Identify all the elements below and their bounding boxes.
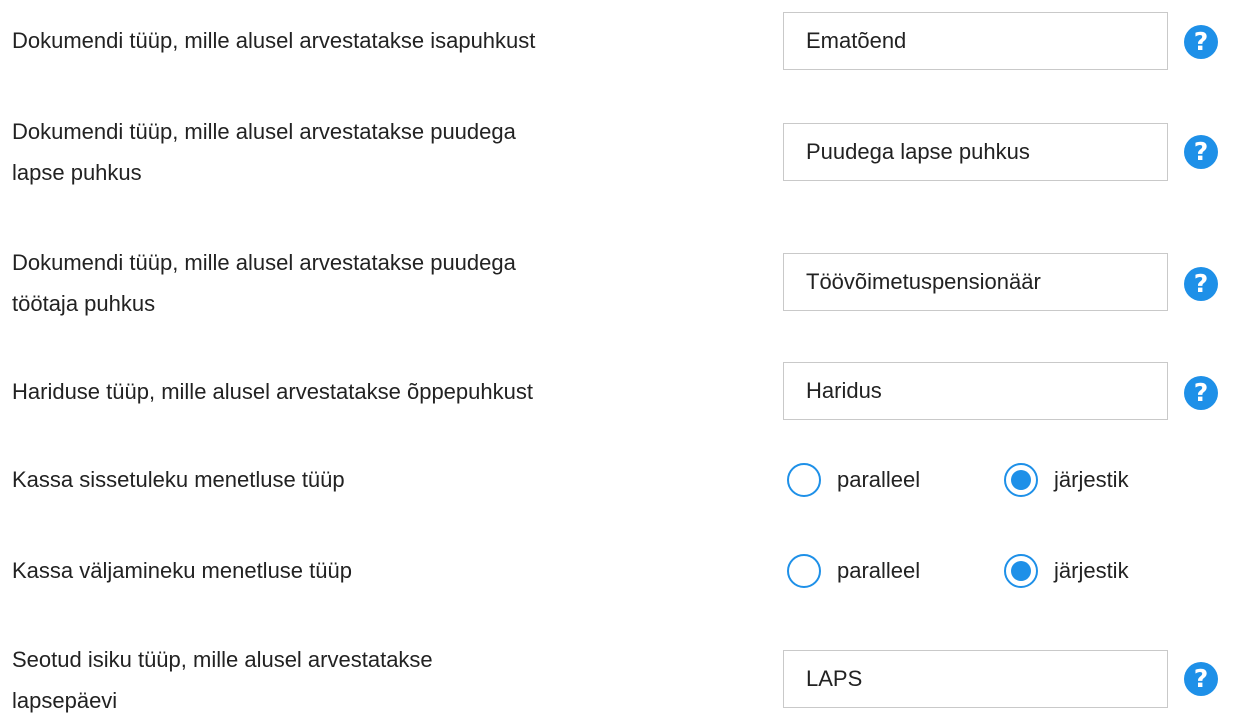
radio-option-label: järjestik <box>1054 467 1129 492</box>
radio-option-jarjestik[interactable]: järjestik <box>1004 554 1129 588</box>
disabled-employee-leave-doc-type-field[interactable] <box>783 253 1168 311</box>
radio-circle[interactable] <box>787 463 821 497</box>
study-leave-education-type-field[interactable] <box>783 362 1168 420</box>
radio-circle[interactable] <box>787 554 821 588</box>
setting-label-line-2: lapsepäevi <box>12 688 118 713</box>
paternity-leave-doc-type-field[interactable] <box>783 12 1168 70</box>
help-icon[interactable]: ? <box>1184 662 1218 696</box>
setting-label-line-2: lapse puhkus <box>12 160 142 185</box>
setting-label-line-2: töötaja puhkus <box>12 291 156 316</box>
radio-option-jarjestik[interactable]: järjestik <box>1004 463 1129 497</box>
radio-option-label: paralleel <box>837 467 921 492</box>
radio-option-paralleel[interactable]: paralleel <box>787 463 920 497</box>
radio-circle-selected[interactable] <box>1004 463 1038 497</box>
radio-option-paralleel[interactable]: paralleel <box>787 554 920 588</box>
radio-option-label: paralleel <box>837 558 921 583</box>
disabled-child-leave-doc-type-field[interactable] <box>783 123 1168 181</box>
setting-label: Hariduse tüüp, mille alusel arvestatakse… <box>12 379 533 404</box>
setting-label: Kassa sissetuleku menetluse tüüp <box>12 467 345 492</box>
setting-label-line-1: Dokumendi tüüp, mille alusel arvestataks… <box>12 119 516 144</box>
radio-option-label: järjestik <box>1054 558 1129 583</box>
setting-label: Dokumendi tüüp, mille alusel arvestataks… <box>12 28 536 53</box>
setting-label: Kassa väljamineku menetluse tüüp <box>12 558 352 583</box>
help-icon[interactable]: ? <box>1184 135 1218 169</box>
help-icon[interactable]: ? <box>1184 25 1218 59</box>
help-icon[interactable]: ? <box>1184 267 1218 301</box>
setting-label-line-1: Seotud isiku tüüp, mille alusel arvestat… <box>12 647 433 672</box>
help-icon[interactable]: ? <box>1184 376 1218 410</box>
radio-circle-selected[interactable] <box>1004 554 1038 588</box>
setting-label-line-1: Dokumendi tüüp, mille alusel arvestataks… <box>12 250 516 275</box>
related-person-type-field[interactable] <box>783 650 1168 708</box>
